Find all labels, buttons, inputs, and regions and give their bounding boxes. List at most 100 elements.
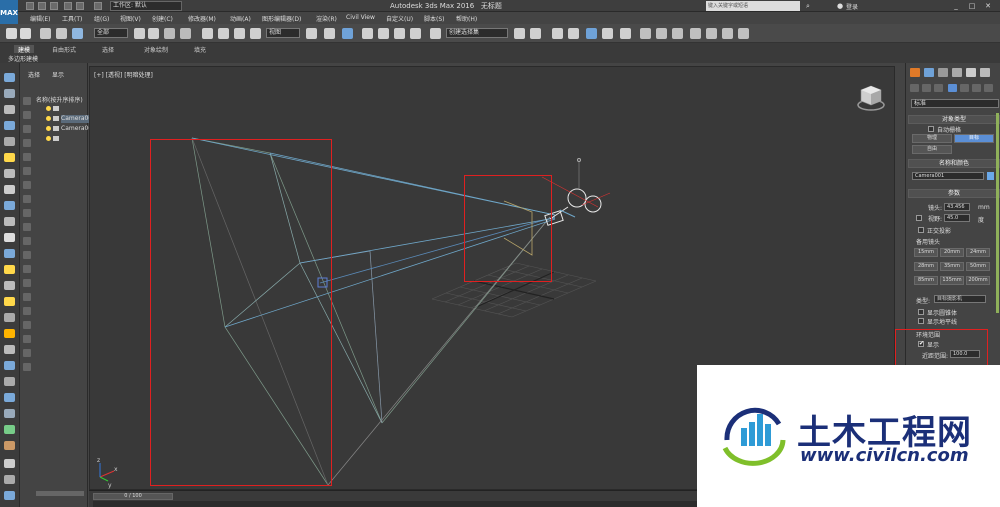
mirror-icon[interactable] [514, 28, 525, 39]
pyramid-icon[interactable] [4, 281, 15, 290]
lens-15mm-button[interactable]: 15mm [914, 248, 938, 257]
redo-icon[interactable] [20, 28, 31, 39]
light-bulb-icon[interactable] [46, 116, 51, 121]
percent-snap-icon[interactable] [394, 28, 405, 39]
rendered-frame-window-icon[interactable] [656, 28, 667, 39]
ribbon-tab-modeling[interactable]: 建模 [14, 45, 35, 54]
minimize-icon[interactable]: _ [950, 1, 962, 11]
show-cone-checkbox[interactable] [918, 309, 924, 315]
rotate-icon[interactable] [218, 28, 229, 39]
autogrid-checkbox[interactable] [928, 126, 934, 132]
systems-icon[interactable] [984, 84, 993, 92]
command-panel-scrollbar[interactable] [996, 113, 999, 313]
render-iterative-icon[interactable] [690, 28, 701, 39]
render-icon[interactable] [4, 459, 15, 468]
material-icon[interactable] [4, 475, 15, 484]
filter-spacewarps-icon[interactable] [23, 167, 31, 175]
geosphere-icon[interactable] [4, 297, 15, 306]
visibility-icon[interactable] [53, 106, 59, 111]
nurbs-icon[interactable] [4, 441, 15, 450]
geometry-icon[interactable] [910, 84, 919, 92]
menu-edit[interactable]: 编辑(E) [30, 14, 50, 23]
menu-animation[interactable]: 动画(A) [230, 14, 251, 23]
light-icon[interactable] [4, 153, 15, 162]
hierarchy-tab-icon[interactable] [938, 68, 948, 77]
object-color-swatch[interactable] [987, 172, 994, 180]
lens-85mm-button[interactable]: 85mm [914, 276, 938, 285]
free-camera-button[interactable]: 自由 [912, 145, 952, 154]
spacewarp-icon[interactable] [4, 217, 15, 226]
explorer-column-header[interactable]: 名称(按升序排序) [36, 95, 83, 104]
filter-none-icon[interactable] [23, 279, 31, 287]
filter-bones-icon[interactable] [23, 209, 31, 217]
filter-xrefs-icon[interactable] [23, 195, 31, 203]
lens-50mm-button[interactable]: 50mm [966, 262, 990, 271]
explorer-row[interactable]: Camera001.Target [46, 125, 91, 133]
filter-geometry-icon[interactable] [23, 97, 31, 105]
teapot-icon[interactable] [4, 233, 15, 242]
align-icon[interactable] [530, 28, 541, 39]
cameras-icon[interactable] [948, 84, 957, 92]
motion-tab-icon[interactable] [952, 68, 962, 77]
lights-icon[interactable] [934, 84, 943, 92]
select-manipulate-icon[interactable] [324, 28, 335, 39]
object-name-input[interactable]: Camera001 [912, 172, 984, 180]
render-in-cloud-icon[interactable] [706, 28, 717, 39]
lens-20mm-button[interactable]: 20mm [940, 248, 964, 257]
toggle-ribbon-icon[interactable] [568, 28, 579, 39]
rollout-object-type[interactable]: 对象类型 [908, 115, 1000, 124]
helper-icon[interactable] [4, 201, 15, 210]
hierarchy-icon[interactable] [23, 335, 31, 343]
target-icon[interactable] [4, 345, 15, 354]
find-icon[interactable] [23, 307, 31, 315]
filter-frozen-icon[interactable] [23, 237, 31, 245]
login-button[interactable]: 登录 [846, 2, 858, 11]
menu-tools[interactable]: 工具(T) [62, 14, 82, 23]
light-bulb-icon[interactable] [46, 136, 51, 141]
box-icon[interactable] [4, 105, 15, 114]
keyboard-shortcut-icon[interactable] [342, 28, 353, 39]
light-bulb-icon[interactable] [46, 126, 51, 131]
filter-cameras-icon[interactable] [23, 139, 31, 147]
patch-icon[interactable] [4, 425, 15, 434]
curve-editor-icon[interactable] [586, 28, 597, 39]
fov-direction-icon[interactable] [916, 215, 922, 221]
target-camera-button[interactable]: 目标 [954, 134, 994, 143]
ribbon-tab-object-paint[interactable]: 对象绘制 [140, 45, 172, 54]
show-horizon-checkbox[interactable] [918, 318, 924, 324]
sort-icon[interactable] [23, 321, 31, 329]
filter-shapes-icon[interactable] [23, 111, 31, 119]
settings-icon[interactable] [4, 491, 15, 500]
fov-spinner[interactable]: 45.0 [944, 214, 970, 222]
modify-tab-icon[interactable] [924, 68, 934, 77]
filter-groups-icon[interactable] [23, 181, 31, 189]
ribbon-tab-freeform[interactable]: 自由形式 [48, 45, 80, 54]
tube-icon[interactable] [4, 265, 15, 274]
cone-icon[interactable] [4, 249, 15, 258]
menu-help[interactable]: 帮助(H) [456, 14, 477, 23]
menu-modifiers[interactable]: 修改器(M) [188, 14, 216, 23]
particle-icon[interactable] [4, 377, 15, 386]
app-logo[interactable]: MAX [0, 0, 18, 26]
lens-35mm-button[interactable]: 35mm [940, 262, 964, 271]
snaps-toggle-icon[interactable] [362, 28, 373, 39]
light-bulb-icon[interactable] [46, 106, 51, 111]
lens-24mm-button[interactable]: 24mm [966, 248, 990, 257]
maximize-icon[interactable]: □ [966, 1, 978, 11]
undo-icon[interactable] [6, 28, 17, 39]
select-object-icon[interactable] [134, 28, 145, 39]
visibility-icon[interactable] [53, 136, 59, 141]
explorer-row[interactable]: Camera001 [46, 115, 91, 123]
lens-28mm-button[interactable]: 28mm [914, 262, 938, 271]
viewcube[interactable] [856, 82, 886, 112]
explorer-tab-display[interactable]: 显示 [52, 70, 64, 79]
menu-views[interactable]: 视图(V) [120, 14, 141, 23]
user-icon[interactable]: ● [834, 1, 846, 11]
search-input[interactable]: 键入关键字或短语 [706, 1, 800, 11]
rollout-parameters[interactable]: 参数 [908, 189, 1000, 198]
rectangular-selection-icon[interactable] [164, 28, 175, 39]
layer-explorer-icon[interactable] [552, 28, 563, 39]
filter-invert-icon[interactable] [23, 293, 31, 301]
compound-icon[interactable] [4, 393, 15, 402]
project-folder-icon[interactable] [94, 2, 102, 10]
